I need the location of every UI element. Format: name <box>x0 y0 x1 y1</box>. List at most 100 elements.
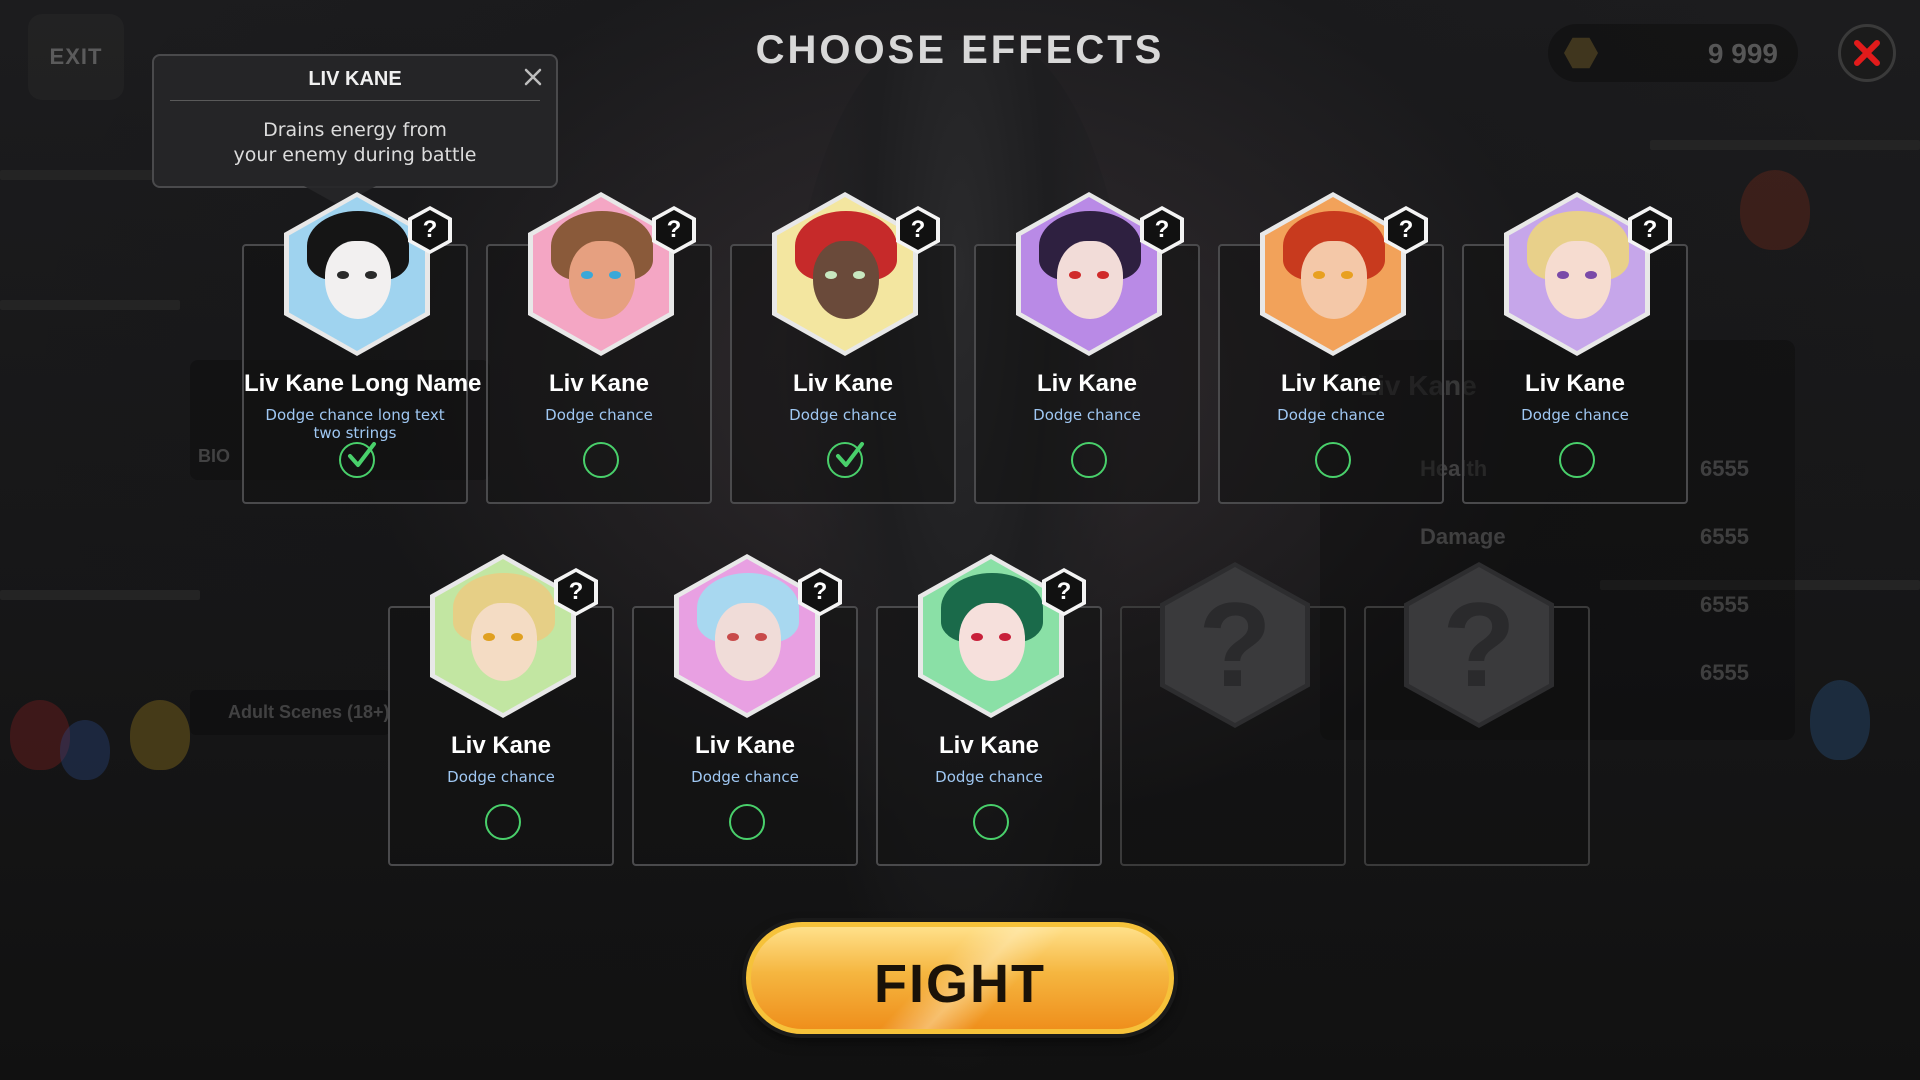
portrait-face <box>813 241 879 319</box>
bg-flask <box>60 720 110 780</box>
portrait-background <box>435 559 571 713</box>
portrait-eye <box>825 271 837 279</box>
tooltip-close-icon[interactable] <box>522 66 544 88</box>
bg-stat-label: Damage <box>1420 524 1506 549</box>
effect-card[interactable]: ? Liv Kane Dodge chance <box>1218 192 1444 504</box>
select-checkbox[interactable] <box>1315 442 1351 478</box>
effect-card[interactable]: ? Liv Kane Dodge chance <box>632 554 858 866</box>
select-checkbox[interactable] <box>973 804 1009 840</box>
portrait-eye <box>1557 271 1569 279</box>
checkmark-icon <box>836 442 864 467</box>
portrait-eye <box>1585 271 1597 279</box>
question-mark-glyph: ? <box>1046 572 1082 612</box>
question-mark-glyph: ? <box>1632 210 1668 250</box>
tooltip-title: LIV KANE <box>308 68 402 90</box>
card-effect: Dodge chance <box>1521 406 1629 424</box>
close-button[interactable] <box>1838 24 1896 82</box>
bg-shelf <box>0 300 180 310</box>
tooltip-line: Drains energy from <box>263 119 447 141</box>
locked-effect-slot: ? <box>1364 562 1590 866</box>
card-effect: Dodge chance <box>935 768 1043 786</box>
close-icon <box>1854 40 1880 66</box>
portrait-eye <box>1313 271 1325 279</box>
portrait-background <box>1265 197 1401 351</box>
effect-card[interactable]: ? Liv Kane Dodge chance <box>876 554 1102 866</box>
portrait-eye <box>727 633 739 641</box>
portrait-face <box>569 241 635 319</box>
portrait-eye <box>581 271 593 279</box>
portrait-eye <box>365 271 377 279</box>
portrait-eye <box>337 271 349 279</box>
select-checkbox[interactable] <box>1071 442 1107 478</box>
bg-stat-value: 6555 <box>1700 524 1749 549</box>
select-checkbox[interactable] <box>485 804 521 840</box>
locked-slot-glyph: ? <box>1409 567 1549 723</box>
portrait-background <box>1021 197 1157 351</box>
card-name: Liv Kane <box>1280 370 1382 397</box>
card-effect: Dodge chance long text two strings <box>265 406 445 442</box>
checkmark-icon <box>348 442 376 467</box>
currency-amount: 9 999 <box>1707 38 1778 69</box>
portrait-face <box>1057 241 1123 319</box>
bg-adult-scenes-button: Adult Scenes (18+) <box>190 690 390 735</box>
bg-shelf <box>1650 140 1920 150</box>
portrait-eye <box>1341 271 1353 279</box>
portrait-eye <box>609 271 621 279</box>
question-mark-glyph: ? <box>558 572 594 612</box>
bg-adult-scenes-label: Adult Scenes (18+) <box>228 702 390 722</box>
portrait-background <box>777 197 913 351</box>
effect-card[interactable]: ? Liv Kane Dodge chance <box>388 554 614 866</box>
portrait-background <box>1509 197 1645 351</box>
coin-icon <box>1564 37 1598 69</box>
portrait-eye <box>971 633 983 641</box>
card-name: Liv Kane <box>694 732 796 759</box>
effect-card[interactable]: ? Liv Kane Dodge chance <box>1462 192 1688 504</box>
select-checkbox[interactable] <box>729 804 765 840</box>
bg-stat-value: 6555 <box>1700 660 1749 685</box>
bg-flask <box>1740 170 1810 250</box>
portrait-face <box>1301 241 1367 319</box>
question-mark-glyph: ? <box>1388 210 1424 250</box>
bg-flask <box>1810 680 1870 760</box>
effect-card[interactable]: ? Liv Kane Dodge chance <box>730 192 956 504</box>
locked-slot-glyph: ? <box>1165 567 1305 723</box>
currency-display: 9 999 <box>1548 24 1798 82</box>
portrait-eye <box>1097 271 1109 279</box>
portrait-background <box>679 559 815 713</box>
portrait-eye <box>483 633 495 641</box>
card-name: Liv Kane <box>548 370 650 397</box>
card-effect: Dodge chance <box>1277 406 1385 424</box>
portrait-face <box>959 603 1025 681</box>
select-checkbox[interactable] <box>1559 442 1595 478</box>
select-checkbox[interactable] <box>583 442 619 478</box>
effect-card[interactable]: ? Liv Kane Dodge chance <box>974 192 1200 504</box>
question-mark-glyph: ? <box>412 210 448 250</box>
card-name: Liv Kane Long Name <box>244 370 482 397</box>
question-mark-glyph: ? <box>1144 210 1180 250</box>
card-name: Liv Kane <box>1036 370 1138 397</box>
fight-button[interactable]: FIGHT <box>746 922 1174 1034</box>
question-mark-glyph: ? <box>802 572 838 612</box>
fight-label: FIGHT <box>874 954 1046 1014</box>
selected-checkbox[interactable] <box>827 442 864 478</box>
portrait-eye <box>511 633 523 641</box>
bg-shelf <box>0 170 160 180</box>
effect-tooltip: LIV KANE Drains energy from your enemy d… <box>152 54 558 206</box>
card-name: Liv Kane <box>450 732 552 759</box>
question-mark-glyph: ? <box>656 210 692 250</box>
tooltip-text: Drains energy from your enemy during bat… <box>154 118 556 168</box>
portrait-face <box>715 603 781 681</box>
effect-card[interactable]: ? Liv Kane Dodge chance <box>486 192 712 504</box>
card-effect: Dodge chance <box>1033 406 1141 424</box>
tooltip-line: your enemy during battle <box>233 144 477 166</box>
locked-effect-slot: ? <box>1120 562 1346 866</box>
card-name: Liv Kane <box>938 732 1040 759</box>
portrait-background <box>533 197 669 351</box>
tooltip-divider <box>170 100 540 101</box>
bg-shelf <box>0 590 200 600</box>
portrait-eye <box>999 633 1011 641</box>
selected-checkbox[interactable] <box>339 442 376 478</box>
effect-card[interactable]: ? Liv Kane Long Name Dodge chance long tex… <box>242 192 482 504</box>
portrait-face <box>325 241 391 319</box>
bg-stat-value: 6555 <box>1700 456 1749 481</box>
